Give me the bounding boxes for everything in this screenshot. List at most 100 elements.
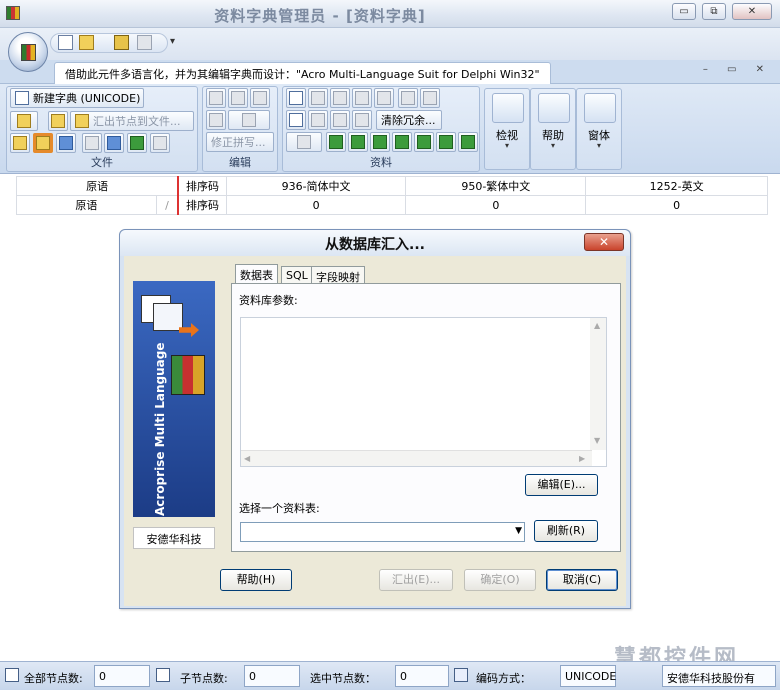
grid-cell[interactable]: 1252-英文 <box>585 176 768 196</box>
application-menu-button[interactable] <box>8 32 48 72</box>
simplified-button[interactable] <box>308 110 328 130</box>
scroll-up-icon[interactable]: ▲ <box>594 321 600 330</box>
selected-nodes-label: 选中节点数： <box>310 672 376 685</box>
clear-redundant-button[interactable]: 清除冗余... <box>376 110 442 130</box>
new-document-icon <box>15 91 29 105</box>
customize-qat-icon[interactable]: ▾ <box>170 36 175 47</box>
grid-cell[interactable]: 936-简体中文 <box>225 176 407 196</box>
save-as-button[interactable] <box>104 133 124 153</box>
expand-button[interactable] <box>398 88 418 108</box>
scroll-down-icon[interactable]: ▼ <box>594 436 600 445</box>
grid-cell[interactable]: 排序码 <box>177 195 227 215</box>
open-folder-icon <box>17 114 31 128</box>
save-as-icon <box>107 136 121 150</box>
import-from-database-button[interactable] <box>33 133 53 153</box>
export-nodes-button[interactable]: 汇出节点到文件... <box>70 111 194 131</box>
help-button[interactable]: 帮助(H) <box>220 569 292 591</box>
dialog-close-button[interactable]: ✕ <box>584 233 624 251</box>
paste-button[interactable] <box>250 88 270 108</box>
grid-cell[interactable]: / <box>155 195 180 215</box>
new-document-icon[interactable] <box>58 35 73 50</box>
mdi-controls[interactable]: – ▭ ✕ <box>703 64 772 75</box>
undo-button[interactable] <box>206 110 226 130</box>
database-table-icon <box>153 303 183 331</box>
cut-button[interactable] <box>206 88 226 108</box>
all-nodes-value: 0 <box>94 665 150 687</box>
delete-node-button[interactable] <box>330 88 350 108</box>
grid-cell[interactable]: 原语 <box>16 176 180 196</box>
clear-redundant-label: 清除冗余... <box>381 114 436 127</box>
maximize-button[interactable]: ⧉ <box>702 3 726 20</box>
close-button[interactable]: ✕ <box>732 3 772 20</box>
scroll-left-icon[interactable]: ◀ <box>244 454 250 463</box>
copy-button[interactable] <box>228 88 248 108</box>
new-dictionary-button[interactable]: 新建字典 (UNICODE) <box>10 88 144 108</box>
grid-cell[interactable]: 0 <box>585 195 768 215</box>
grid-cell[interactable]: 0 <box>405 195 587 215</box>
database-icon <box>13 136 27 150</box>
chevron-down-icon[interactable]: ▼ <box>515 526 522 536</box>
vertical-scrollbar[interactable]: ▲ ▼ <box>590 318 606 450</box>
excel-icon <box>130 136 144 150</box>
grid-cell[interactable]: 0 <box>225 195 407 215</box>
grid-cell[interactable]: 950-繁体中文 <box>405 176 587 196</box>
save-disabled-button[interactable] <box>82 133 102 153</box>
properties-button[interactable] <box>286 110 306 130</box>
tab-tables[interactable]: 数据表 <box>235 264 278 284</box>
navigate-button[interactable] <box>286 132 322 152</box>
grid-cell[interactable]: 原语 <box>16 195 157 215</box>
add-child-button[interactable] <box>308 88 328 108</box>
title-bar: 资料字典管理员 - [资料字典] ▭ ⧉ ✕ <box>0 0 780 28</box>
collapse-button[interactable] <box>420 88 440 108</box>
dialog-body: Acroprise Multi Language 安德华科技 数据表 SQL 字… <box>124 256 626 606</box>
document-tab[interactable]: 借助此元件多语言化，并为其编辑字典而设计："Acro Multi-Languag… <box>54 62 551 84</box>
navigate-icon <box>297 135 311 149</box>
move-up-button[interactable] <box>374 88 394 108</box>
horizontal-scrollbar[interactable]: ◀ ▶ <box>241 450 592 466</box>
minimize-button[interactable]: ▭ <box>672 3 696 20</box>
tab-sql[interactable]: SQL <box>281 266 313 284</box>
banner-product-text: Acroprise Multi Language <box>153 342 167 516</box>
database-export-button[interactable] <box>56 133 76 153</box>
pas-import-icon <box>351 135 365 149</box>
rename-node-button[interactable] <box>352 88 372 108</box>
help-ribbon-button[interactable]: 帮助 ▾ <box>530 88 576 170</box>
dfm-export-button[interactable] <box>414 132 434 152</box>
refresh-data-button[interactable] <box>352 110 372 130</box>
table-row[interactable]: 原语 排序码 936-简体中文 950-繁体中文 1252-英文 <box>16 176 768 196</box>
all-nodes-label: 全部节点数: <box>24 672 83 685</box>
file-group-label: 文件 <box>91 156 113 169</box>
open-folder-icon[interactable] <box>79 35 94 50</box>
tab-field-mapping[interactable]: 字段映射 <box>311 266 365 284</box>
fix-spelling-button[interactable]: 修正拼写... <box>206 132 274 152</box>
database-button[interactable] <box>10 133 30 153</box>
window-button[interactable]: 窗体 ▾ <box>576 88 622 170</box>
open-dropdown-button[interactable] <box>10 111 38 131</box>
db-params-memo[interactable]: ▲ ▼ ◀ ▶ <box>240 317 607 467</box>
import-button[interactable] <box>48 111 68 131</box>
add-node-button[interactable] <box>286 88 306 108</box>
scroll-right-icon[interactable]: ▶ <box>579 454 585 463</box>
extra-export-button[interactable] <box>458 132 478 152</box>
view-button[interactable]: 检视 ▾ <box>484 88 530 170</box>
database-icon[interactable] <box>114 35 129 50</box>
table-select[interactable]: ▼ <box>240 522 525 542</box>
pas-import-button[interactable] <box>348 132 368 152</box>
export-button[interactable]: 汇出(E)... <box>379 569 453 591</box>
table-row[interactable]: 原语 / 排序码 0 0 0 <box>16 195 768 215</box>
save-icon[interactable] <box>137 35 152 50</box>
cancel-button[interactable]: 取消(C) <box>546 569 618 591</box>
grid-cell[interactable]: 排序码 <box>177 176 227 196</box>
print-button[interactable] <box>150 133 170 153</box>
ok-button[interactable]: 确定(O) <box>464 569 536 591</box>
excel-button[interactable] <box>127 133 147 153</box>
find-button[interactable] <box>228 110 270 130</box>
txt-import-button[interactable] <box>370 132 390 152</box>
view-icon <box>492 93 524 123</box>
traditional-button[interactable] <box>330 110 350 130</box>
refresh-button[interactable]: 刷新(R) <box>534 520 598 542</box>
res-export-button[interactable] <box>436 132 456 152</box>
res-import-button[interactable] <box>392 132 412 152</box>
dfm-import-button[interactable] <box>326 132 346 152</box>
edit-params-button[interactable]: 编辑(E)... <box>525 474 598 496</box>
